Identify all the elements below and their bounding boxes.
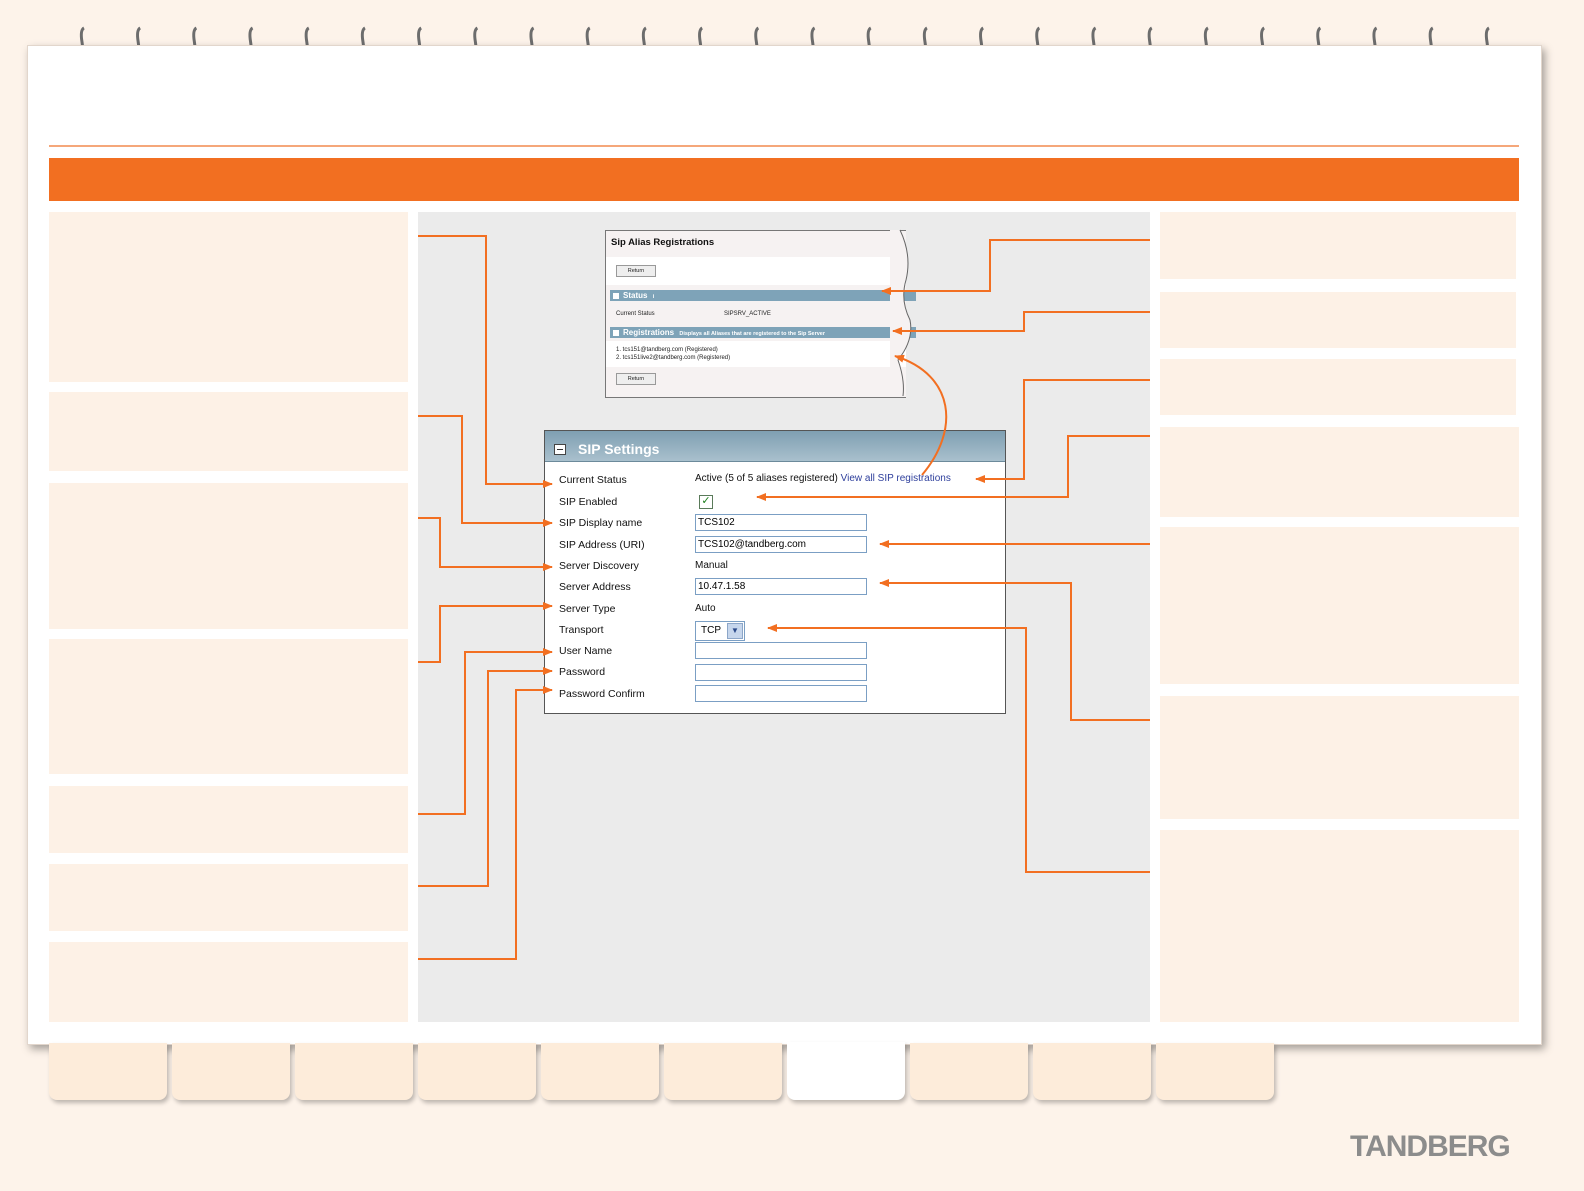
return-button-bottom[interactable]: Return xyxy=(616,373,656,385)
password-confirm-label: Password Confirm xyxy=(559,688,645,700)
left-panel-7 xyxy=(49,942,408,1022)
sip-display-name-input[interactable] xyxy=(695,514,867,531)
list-item: 2. tcs151live2@tandberg.com (Registered) xyxy=(616,355,731,361)
left-panel-6 xyxy=(49,864,408,931)
alias-panel-title: Sip Alias Registrations xyxy=(611,237,715,248)
sip-display-name-label: SIP Display name xyxy=(559,517,643,529)
tab-5[interactable] xyxy=(541,1043,659,1100)
tandberg-logo: TANDBERG xyxy=(1350,1130,1511,1163)
tab-10[interactable] xyxy=(1156,1043,1274,1100)
tab-2[interactable] xyxy=(172,1043,290,1100)
collapse-icon[interactable] xyxy=(613,292,619,299)
sip-address-label: SIP Address (URI) xyxy=(559,539,645,551)
sip-alias-registrations-panel: Sip Alias Registrations Return Status i … xyxy=(605,230,916,398)
sip-address-input[interactable] xyxy=(695,536,867,553)
user-name-input[interactable] xyxy=(695,642,867,659)
collapse-icon[interactable] xyxy=(554,444,566,455)
view-sip-registrations-link[interactable]: View all SIP registrations xyxy=(841,473,951,484)
right-panel-3 xyxy=(1160,359,1516,415)
server-type-value: Auto xyxy=(695,603,716,614)
server-address-label: Server Address xyxy=(559,581,631,593)
server-discovery-label: Server Discovery xyxy=(559,560,639,572)
list-item: 1. tcs151@tandberg.com (Registered) xyxy=(616,347,718,353)
right-panel-2 xyxy=(1160,292,1516,348)
alias-registrations-list: 1. tcs151@tandberg.com (Registered) 2. t… xyxy=(606,341,906,367)
right-panel-1 xyxy=(1160,212,1516,279)
chevron-down-icon[interactable]: ▼ xyxy=(727,623,743,639)
user-name-label: User Name xyxy=(559,645,613,657)
alias-current-status-value: SIPSRV_ACTIVE xyxy=(724,311,771,317)
password-label: Password xyxy=(559,666,606,678)
left-panel-2 xyxy=(49,392,408,471)
left-panel-5 xyxy=(49,786,408,853)
server-address-input[interactable] xyxy=(695,578,867,595)
sip-settings-header[interactable]: SIP Settings xyxy=(545,431,1005,462)
section-title-bar xyxy=(49,158,1519,201)
right-panel-5 xyxy=(1160,527,1519,684)
left-panel-4 xyxy=(49,639,408,774)
alias-current-status-label: Current Status xyxy=(616,311,655,317)
alias-button-row: Return xyxy=(606,257,906,285)
right-panel-7 xyxy=(1160,830,1519,1022)
tab-4[interactable] xyxy=(418,1043,536,1100)
password-input[interactable] xyxy=(695,664,867,681)
return-button-top[interactable]: Return xyxy=(616,265,656,277)
transport-value: TCP xyxy=(701,625,721,636)
right-panel-4 xyxy=(1160,427,1519,517)
server-type-label: Server Type xyxy=(559,603,616,615)
current-status-value: Active (5 of 5 aliases registered) View … xyxy=(695,473,951,484)
password-confirm-input[interactable] xyxy=(695,685,867,702)
tab-8[interactable] xyxy=(910,1043,1028,1100)
transport-select[interactable]: TCP ▼ xyxy=(695,621,745,641)
tab-3[interactable] xyxy=(295,1043,413,1100)
collapse-icon[interactable] xyxy=(613,329,619,336)
tab-1[interactable] xyxy=(49,1043,167,1100)
sip-settings-title: SIP Settings xyxy=(578,441,660,457)
tab-9[interactable] xyxy=(1033,1043,1151,1100)
left-panel-1 xyxy=(49,212,408,382)
tab-6[interactable] xyxy=(664,1043,782,1100)
alias-status-header[interactable]: Status i xyxy=(610,290,916,301)
left-panel-3 xyxy=(49,483,408,629)
alias-registrations-header[interactable]: Registrations Displays all Aliases that … xyxy=(610,327,916,338)
sip-settings-panel: SIP Settings Current Status Active (5 of… xyxy=(544,430,1006,714)
header-rule xyxy=(49,145,1519,147)
checkbox-checked-icon[interactable]: ✓ xyxy=(699,495,713,509)
sip-enabled-label: SIP Enabled xyxy=(559,496,618,508)
transport-label: Transport xyxy=(559,624,604,636)
tab-7-active[interactable] xyxy=(787,1042,905,1100)
current-status-label: Current Status xyxy=(559,474,627,486)
server-discovery-value: Manual xyxy=(695,560,728,571)
right-panel-6 xyxy=(1160,696,1519,819)
